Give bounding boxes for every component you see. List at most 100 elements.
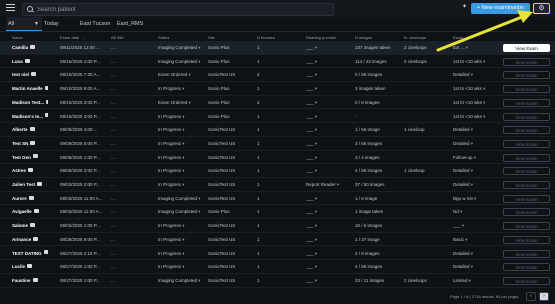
table-row[interactable]: Avigaelle 09/03/2025 11:00 A...... Imaging… bbox=[0, 205, 555, 220]
table-row[interactable]: Aurore 09/03/2025 11:00 A...... Imaging Co… bbox=[0, 192, 555, 206]
view-exam-button[interactable]: View Exam bbox=[503, 167, 550, 176]
next-page-button[interactable]: › bbox=[539, 292, 549, 301]
prev-page-button[interactable]: ‹ bbox=[526, 292, 536, 301]
col-cineloops[interactable]: N. cineloops bbox=[404, 34, 426, 41]
status-dropdown[interactable]: In Progress ▾ bbox=[158, 110, 206, 124]
patient-name[interactable]: Camilla bbox=[12, 41, 48, 55]
exam-type-dropdown[interactable]: Detailed ▾ bbox=[453, 260, 497, 274]
col-reading-provider[interactable]: Reading provider bbox=[306, 34, 336, 41]
patient-name[interactable]: Astree bbox=[12, 164, 48, 178]
patient-name[interactable]: Madison's te... bbox=[12, 110, 48, 124]
patient-name[interactable]: Luna bbox=[12, 55, 48, 69]
exam-type-dropdown[interactable]: Bpp w nst ▾ bbox=[453, 192, 497, 206]
table-row[interactable]: Astree 09/05/2025 3:00 P...... In Progress… bbox=[0, 164, 555, 178]
provider-dropdown[interactable]: ___ ▾ bbox=[306, 260, 352, 274]
table-row[interactable]: Armance 08/28/2025 9:00 P...... In Progres… bbox=[0, 233, 555, 247]
view-exam-button[interactable]: View Exam bbox=[503, 85, 550, 94]
menu-icon[interactable] bbox=[6, 4, 15, 12]
provider-dropdown[interactable]: ___ ▾ bbox=[306, 137, 352, 151]
status-dropdown[interactable]: In Progress ▾ bbox=[158, 247, 206, 261]
exam-type-dropdown[interactable]: ___ ▾ bbox=[453, 219, 497, 233]
view-exam-button[interactable]: View Exam bbox=[503, 98, 550, 107]
search-box[interactable] bbox=[22, 3, 334, 16]
table-row[interactable]: Salome 09/02/2025 1:00 P...... In Progress… bbox=[0, 219, 555, 233]
table-row[interactable]: Faustine 08/27/2025 1:00 P...... Imaging C… bbox=[0, 274, 555, 288]
patient-name[interactable]: Salome bbox=[12, 219, 48, 233]
provider-dropdown[interactable]: ___ ▾ bbox=[306, 192, 352, 206]
view-exam-button[interactable]: View Exam bbox=[503, 194, 550, 203]
exam-type-dropdown[interactable]: Detailed ▾ bbox=[453, 68, 497, 82]
exam-type-dropdown[interactable]: Ext ... ▾ bbox=[453, 41, 497, 55]
patient-name[interactable]: Lucile bbox=[12, 260, 48, 274]
patient-name[interactable]: Faustine bbox=[12, 274, 48, 288]
provider-dropdown[interactable]: ___ ▾ bbox=[306, 164, 352, 178]
new-examination-button[interactable]: + New examination bbox=[471, 3, 530, 14]
table-row[interactable]: test niel 09/15/2025 7:30 A...... Exam Ord… bbox=[0, 68, 555, 83]
table-row[interactable]: TEST DATING 08/27/2025 2:15 P...... In Pro… bbox=[0, 247, 555, 261]
table-row[interactable]: Test Gen 09/05/2025 1:00 P...... In Progre… bbox=[0, 151, 555, 165]
view-exam-button[interactable]: View Exam bbox=[503, 153, 550, 162]
patient-name[interactable]: Aurore bbox=[12, 192, 48, 206]
exam-type-dropdown[interactable]: Limited ▾ bbox=[453, 274, 497, 288]
status-dropdown[interactable]: In Progress ▾ bbox=[158, 260, 206, 274]
exam-type-dropdown[interactable]: Detailed ▾ bbox=[453, 137, 497, 151]
exam-type-dropdown[interactable]: 1st tri <10 wks ▾ bbox=[453, 110, 497, 124]
provider-dropdown[interactable]: Report Reader ▾ bbox=[306, 178, 352, 192]
view-exam-button[interactable]: View Exam bbox=[503, 235, 550, 244]
patient-name[interactable]: Avigaelle bbox=[12, 205, 48, 219]
view-exam-button[interactable]: View Exam bbox=[503, 181, 550, 189]
col-images[interactable]: N images bbox=[355, 34, 372, 41]
provider-dropdown[interactable]: ___ ▾ bbox=[306, 55, 352, 69]
col-ae-title[interactable]: AE title bbox=[111, 34, 124, 41]
view-exam-button[interactable]: View Exam bbox=[503, 57, 550, 66]
col-exam-date[interactable]: Exam date ↓ bbox=[60, 34, 84, 41]
filter-all-dropdown[interactable]: All ▼ bbox=[6, 17, 42, 31]
col-name[interactable]: Name bbox=[12, 34, 23, 41]
status-dropdown[interactable]: Imaging Completed ▾ bbox=[158, 192, 206, 206]
patient-name[interactable]: TEST DATING bbox=[12, 247, 48, 261]
table-row[interactable]: Madison Test... 09/10/2025 3:00 P...... Ex… bbox=[0, 96, 555, 110]
exam-type-dropdown[interactable]: 1st tri <10 wks ▾ bbox=[453, 96, 497, 110]
col-focuses[interactable]: N focuses bbox=[257, 34, 275, 41]
view-exam-button[interactable]: View Exam bbox=[503, 249, 550, 258]
view-exam-button[interactable]: View Exam bbox=[503, 139, 550, 148]
table-row[interactable]: Madison's te... 09/10/2025 3:00 P...... In… bbox=[0, 110, 555, 124]
table-row[interactable]: Camilla 09/11/2025 12:00 ...... Imaging Co… bbox=[0, 41, 555, 55]
patient-name[interactable]: Julien Test bbox=[12, 178, 48, 192]
col-status[interactable]: Status bbox=[158, 34, 169, 41]
settings-button[interactable]: ⚙ bbox=[533, 3, 550, 14]
table-row[interactable]: Luna 09/16/2025 4:00 P...... Imaging Compl… bbox=[0, 55, 555, 69]
provider-dropdown[interactable]: ___ ▾ bbox=[306, 110, 352, 124]
status-dropdown[interactable]: In Progress ▾ bbox=[158, 151, 206, 165]
status-dropdown[interactable]: Imaging Completed ▾ bbox=[158, 205, 206, 219]
patient-name[interactable]: Armance bbox=[12, 233, 48, 247]
patient-name[interactable]: Test Gen bbox=[12, 151, 48, 165]
view-exam-button[interactable]: View Exam bbox=[503, 276, 550, 285]
exam-type-dropdown[interactable]: Detailed ▾ bbox=[453, 247, 497, 261]
table-row[interactable]: Julien Test 09/03/2025 2:00 P...... In Pro… bbox=[0, 178, 555, 192]
view-exam-button[interactable]: View Exam bbox=[503, 263, 550, 272]
col-site[interactable]: Site bbox=[208, 34, 215, 41]
status-dropdown[interactable]: In Progress ▾ bbox=[158, 137, 206, 151]
exam-type-dropdown[interactable]: Detailed ▾ bbox=[453, 123, 497, 137]
exam-type-dropdown[interactable]: Detailed ▾ bbox=[453, 178, 497, 192]
provider-dropdown[interactable]: ___ ▾ bbox=[306, 96, 352, 110]
provider-dropdown[interactable]: ___ ▾ bbox=[306, 41, 352, 55]
status-dropdown[interactable]: Imaging Completed ▾ bbox=[158, 55, 206, 69]
table-row[interactable]: Lucile 08/27/2025 1:00 P...... In Progress… bbox=[0, 260, 555, 274]
status-dropdown[interactable]: In Progress ▾ bbox=[158, 164, 206, 178]
table-row[interactable]: Martin Anaelle 09/10/2025 9:00 A...... In … bbox=[0, 82, 555, 96]
sparkle-icon[interactable]: ✦ bbox=[462, 4, 467, 10]
status-dropdown[interactable]: In Progress ▾ bbox=[158, 82, 206, 96]
patient-name[interactable]: Madison Test... bbox=[12, 96, 48, 110]
provider-dropdown[interactable]: ___ ▾ bbox=[306, 247, 352, 261]
provider-dropdown[interactable]: ___ ▾ bbox=[306, 123, 352, 137]
col-exam[interactable]: Exam bbox=[453, 34, 463, 41]
view-exam-button[interactable]: View Exam bbox=[503, 112, 550, 121]
patient-name[interactable]: Martin Anaelle bbox=[12, 82, 48, 96]
search-input[interactable] bbox=[35, 5, 329, 15]
view-exam-button[interactable]: View Exam bbox=[503, 208, 550, 217]
status-dropdown[interactable]: In Progress ▾ bbox=[158, 219, 206, 233]
status-dropdown[interactable]: Imaging Completed ▾ bbox=[158, 274, 206, 288]
status-dropdown[interactable]: In Progress ▾ bbox=[158, 178, 206, 192]
